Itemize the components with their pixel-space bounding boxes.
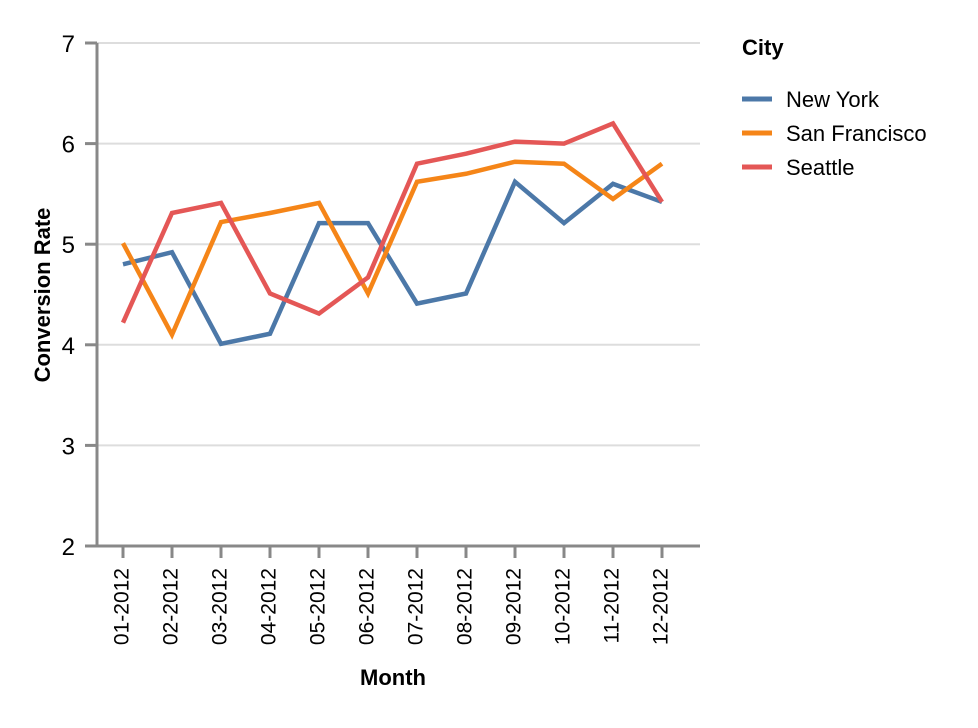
legend-title: City — [742, 35, 784, 60]
series-line-seattle — [120, 120, 664, 324]
x-tick-label-08-2012: 08-2012 — [454, 568, 477, 645]
legend: City New York San Francisco Seattle — [742, 35, 927, 180]
y-tick-label-3: 3 — [62, 433, 75, 460]
line-chart: 2 3 4 5 6 7 01-2012 02-2012 03-2012 04-2012 05-20… — [30, 31, 927, 690]
x-tick-label-07-2012: 07-2012 — [405, 568, 428, 645]
x-tick-label-11-2012: 11-2012 — [601, 568, 624, 644]
y-axis-title: Conversion Rate — [30, 208, 55, 383]
x-tick-label-09-2012: 09-2012 — [503, 568, 526, 645]
x-axis: 01-2012 02-2012 03-2012 04-2012 05-2012 06-20… — [97, 544, 700, 645]
x-tick-label-12-2012: 12-2012 — [650, 568, 673, 645]
legend-label-san-francisco[interactable]: San Francisco — [786, 121, 927, 146]
x-tick-label-02-2012: 02-2012 — [160, 568, 183, 645]
y-tick-label-5: 5 — [62, 232, 75, 259]
x-tick-label-05-2012: 05-2012 — [307, 568, 330, 645]
x-tick-label-01-2012: 01-2012 — [111, 568, 134, 645]
y-tick-label-2: 2 — [62, 534, 75, 561]
plot-lines — [120, 120, 664, 347]
x-tick-label-10-2012: 10-2012 — [552, 568, 575, 645]
chart-page: 2 3 4 5 6 7 01-2012 02-2012 03-2012 04-2012 05-20… — [0, 0, 978, 728]
legend-label-seattle[interactable]: Seattle — [786, 155, 855, 180]
y-tick-label-7: 7 — [62, 31, 75, 58]
y-tick-label-4: 4 — [62, 333, 75, 360]
legend-label-new-york[interactable]: New York — [786, 87, 880, 112]
x-axis-title: Month — [360, 665, 426, 690]
x-tick-label-03-2012: 03-2012 — [209, 568, 232, 645]
x-tick-label-04-2012: 04-2012 — [258, 568, 281, 645]
x-tick-label-06-2012: 06-2012 — [356, 568, 379, 645]
y-axis: 2 3 4 5 6 7 — [62, 31, 99, 561]
y-tick-label-6: 6 — [62, 132, 75, 159]
